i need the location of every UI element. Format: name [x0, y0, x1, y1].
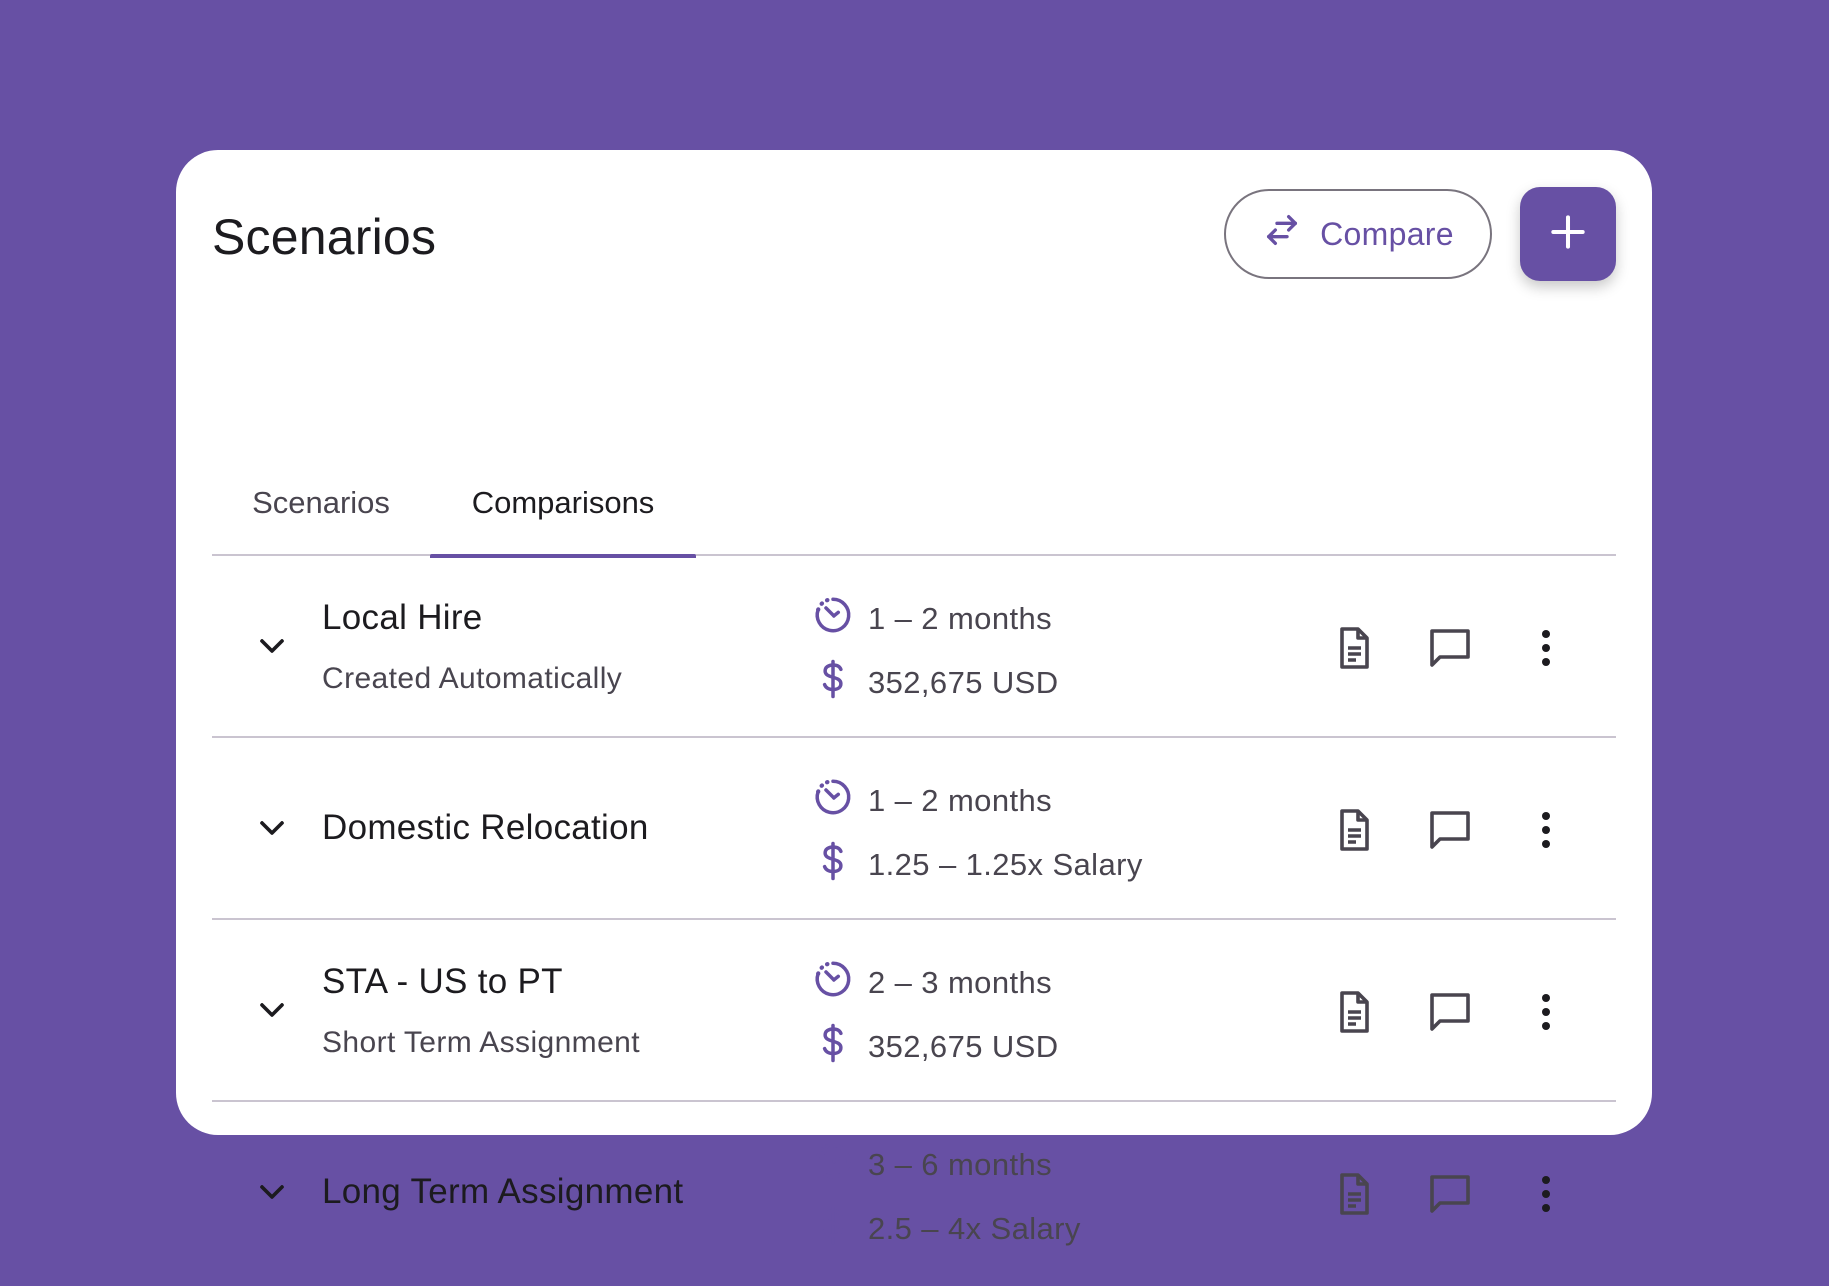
timer-icon	[812, 594, 868, 644]
dollar-icon	[812, 1022, 868, 1072]
comment-icon[interactable]	[1426, 988, 1474, 1036]
document-icon[interactable]	[1330, 806, 1378, 854]
plus-icon	[1546, 210, 1590, 259]
duration: 1 – 2 months	[812, 594, 1052, 644]
duration-text: 1 – 2 months	[868, 783, 1053, 818]
row-title: Long Term Assignment	[322, 1172, 684, 1211]
chevron-down-icon[interactable]	[252, 1172, 292, 1212]
duration: 2 – 3 months	[812, 958, 1052, 1008]
scenario-list: Local Hire Created Automatically 1 – 2 m…	[212, 556, 1616, 1284]
more-vert-icon[interactable]	[1522, 1170, 1570, 1218]
dollar-icon	[812, 658, 868, 708]
document-icon[interactable]	[1330, 1170, 1378, 1218]
timer-icon	[812, 776, 868, 826]
timer-icon	[812, 958, 868, 1008]
more-vert-icon[interactable]	[1522, 988, 1570, 1036]
page-title: Scenarios	[212, 209, 437, 265]
row-title: Local Hire	[322, 598, 483, 637]
list-item[interactable]: Local Hire Created Automatically 1 – 2 m…	[212, 556, 1616, 738]
cost-text: 2.5 – 4x Salary	[868, 1211, 1081, 1246]
chevron-down-icon[interactable]	[252, 990, 292, 1030]
tab-bar: Scenarios Comparisons	[212, 450, 1616, 558]
comment-icon[interactable]	[1426, 806, 1474, 854]
duration: 3 – 6 months	[812, 1140, 1052, 1190]
row-title: STA - US to PT	[322, 962, 563, 1001]
document-icon[interactable]	[1330, 988, 1378, 1036]
cost: 352,675 USD	[812, 658, 1059, 708]
more-vert-icon[interactable]	[1522, 624, 1570, 672]
cost-text: 352,675 USD	[868, 665, 1059, 700]
comment-icon[interactable]	[1426, 1170, 1474, 1218]
comment-icon[interactable]	[1426, 624, 1474, 672]
chevron-down-icon[interactable]	[252, 808, 292, 848]
add-scenario-button[interactable]	[1520, 187, 1616, 281]
compare-arrows-icon	[1262, 210, 1302, 258]
tab-comparisons[interactable]: Comparisons	[430, 450, 696, 558]
chevron-down-icon[interactable]	[252, 626, 292, 666]
row-subtitle: Short Term Assignment	[322, 1026, 640, 1059]
duration: 1 – 2 months	[812, 776, 1052, 826]
dollar-icon	[812, 840, 868, 890]
cost: 2.5 – 4x Salary	[812, 1204, 1081, 1254]
cost: 352,675 USD	[812, 1022, 1059, 1072]
more-vert-icon[interactable]	[1522, 806, 1570, 854]
cost-text: 352,675 USD	[868, 1029, 1059, 1064]
timer-icon	[812, 1140, 868, 1190]
list-item[interactable]: Domestic Relocation 1 – 2 months 1.25 – …	[212, 738, 1616, 920]
duration-text: 1 – 2 months	[868, 601, 1053, 636]
list-item[interactable]: Long Term Assignment 3 – 6 months 2.5 – …	[212, 1102, 1616, 1284]
dollar-icon	[812, 1204, 868, 1254]
cost-text: 1.25 – 1.25x Salary	[868, 847, 1143, 882]
document-icon[interactable]	[1330, 624, 1378, 672]
scenarios-card: Scenarios Compare Scenarios Comparisons …	[176, 150, 1652, 1246]
cost: 1.25 – 1.25x Salary	[812, 840, 1143, 890]
duration-text: 3 – 6 months	[868, 1147, 1053, 1182]
duration-text: 2 – 3 months	[868, 965, 1053, 1000]
row-title: Domestic Relocation	[322, 808, 649, 847]
compare-button-label: Compare	[1320, 215, 1454, 252]
compare-button[interactable]: Compare	[1224, 189, 1492, 279]
list-item[interactable]: STA - US to PT Short Term Assignment 2 –…	[212, 920, 1616, 1102]
tab-scenarios[interactable]: Scenarios	[212, 450, 430, 556]
row-subtitle: Created Automatically	[322, 662, 623, 695]
